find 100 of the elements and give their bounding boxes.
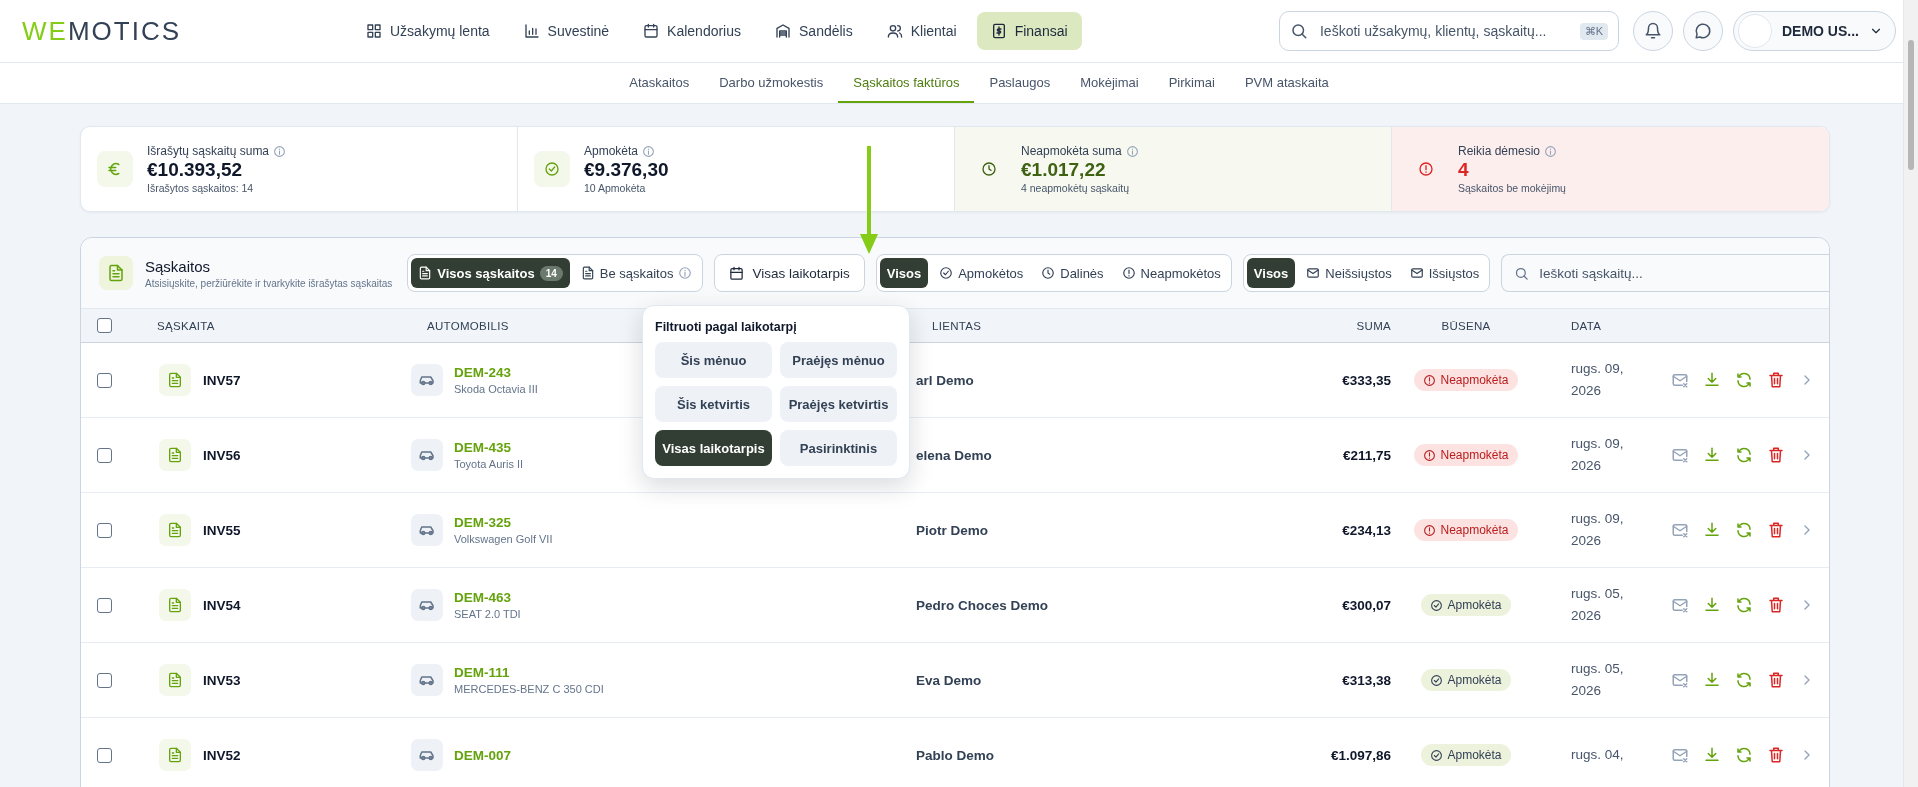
filter-option[interactable]: Visos bbox=[879, 258, 929, 288]
row-checkbox[interactable] bbox=[97, 522, 112, 538]
download-button[interactable] bbox=[1703, 746, 1721, 764]
filter-option[interactable]: Neišsiųstos bbox=[1299, 258, 1399, 288]
download-button[interactable] bbox=[1703, 671, 1721, 689]
document-icon bbox=[167, 747, 183, 763]
car-model: MERCEDES-BENZ C 350 CDI bbox=[454, 683, 604, 695]
period-option[interactable]: Šis ketvirtis bbox=[655, 386, 772, 422]
filter-option[interactable]: Apmokėtos bbox=[932, 258, 1031, 288]
send-email-button[interactable] bbox=[1671, 446, 1689, 464]
regenerate-button[interactable] bbox=[1735, 671, 1753, 689]
logo[interactable]: WEMOTICS bbox=[22, 15, 352, 47]
envelope-cross-icon bbox=[1671, 446, 1689, 464]
messages-button[interactable] bbox=[1683, 11, 1723, 51]
trash-icon bbox=[1767, 671, 1785, 689]
status-badge: Neapmokėta bbox=[1414, 519, 1518, 541]
notifications-button[interactable] bbox=[1633, 11, 1673, 51]
row-checkbox[interactable] bbox=[97, 747, 112, 763]
send-email-button[interactable] bbox=[1671, 371, 1689, 389]
stat-value: €10.393,52 bbox=[147, 159, 244, 181]
regenerate-button[interactable] bbox=[1735, 521, 1753, 539]
document-icon bbox=[167, 522, 183, 538]
row-checkbox[interactable] bbox=[97, 672, 112, 688]
envelope-cross-icon bbox=[1671, 596, 1689, 614]
column-header: AUTOMOBILIS bbox=[427, 319, 509, 332]
search-icon bbox=[1290, 22, 1308, 40]
download-icon bbox=[1703, 671, 1721, 689]
send-email-button[interactable] bbox=[1671, 596, 1689, 614]
regenerate-button[interactable] bbox=[1735, 371, 1753, 389]
row-checkbox[interactable] bbox=[97, 447, 112, 463]
tab[interactable]: Pirkimai bbox=[1153, 63, 1230, 103]
send-email-button[interactable] bbox=[1671, 521, 1689, 539]
column-header: SĄSKAITA bbox=[157, 319, 215, 332]
regenerate-button[interactable] bbox=[1735, 746, 1753, 764]
nav-item[interactable]: Klientai bbox=[872, 12, 971, 50]
filter-option[interactable]: Visos bbox=[1246, 258, 1296, 288]
scope-option[interactable]: Visos sąskaitos 14 bbox=[411, 258, 570, 288]
download-button[interactable] bbox=[1703, 596, 1721, 614]
invoice-date: rugs. 04, bbox=[1570, 746, 1625, 764]
row-checkbox[interactable] bbox=[97, 372, 112, 388]
envelope-cross-icon bbox=[1671, 371, 1689, 389]
tab[interactable]: Paslaugos bbox=[974, 63, 1066, 103]
client-name: arl Demo bbox=[916, 372, 975, 388]
period-option[interactable]: Praėjęs ketvirtis bbox=[780, 386, 897, 422]
clock-icon bbox=[981, 161, 997, 177]
search-input[interactable]: Ieškoti sąskaitų... bbox=[1537, 264, 1702, 282]
column-header: DATA bbox=[1571, 319, 1602, 332]
delete-button[interactable] bbox=[1767, 671, 1785, 689]
scope-option[interactable]: Be sąskaitos bbox=[573, 258, 700, 288]
delete-button[interactable] bbox=[1767, 521, 1785, 539]
send-email-button[interactable] bbox=[1671, 671, 1689, 689]
period-option[interactable]: Praėjęs mėnuo bbox=[780, 342, 897, 378]
download-button[interactable] bbox=[1703, 446, 1721, 464]
row-checkbox[interactable] bbox=[97, 597, 112, 613]
tab[interactable]: Mokėjimai bbox=[1065, 63, 1154, 103]
delete-button[interactable] bbox=[1767, 371, 1785, 389]
period-button[interactable]: Visas laikotarpis bbox=[714, 254, 865, 292]
period-option[interactable]: Šis mėnuo bbox=[655, 342, 772, 378]
nav-item[interactable]: Suvestinė bbox=[509, 12, 624, 50]
tab[interactable]: Ataskaitos bbox=[614, 63, 705, 103]
invoice-search-field[interactable]: Ieškoti sąskaitų... bbox=[1501, 254, 1829, 292]
check-circle-icon bbox=[544, 161, 560, 177]
download-button[interactable] bbox=[1703, 521, 1721, 539]
dollar-document-icon bbox=[990, 23, 1007, 39]
period-option[interactable]: Visas laikotarpis bbox=[655, 430, 772, 466]
search-input[interactable]: Ieškoti užsakymų, klientų, sąskaitų... bbox=[1318, 22, 1570, 40]
send-email-button[interactable] bbox=[1671, 746, 1689, 764]
info-icon bbox=[1125, 144, 1139, 158]
period-option[interactable]: Pasirinktinis bbox=[780, 430, 897, 466]
amount: €300,07 bbox=[1341, 597, 1391, 613]
status-badge: Neapmokėta bbox=[1414, 369, 1518, 391]
bar-chart-icon bbox=[523, 23, 540, 39]
refresh-icon bbox=[1735, 446, 1753, 464]
search-field[interactable]: Ieškoti užsakymų, klientų, sąskaitų... ⌘K bbox=[1279, 11, 1619, 51]
nav-item[interactable]: Sandėlis bbox=[761, 12, 867, 50]
invoice-number: INV55 bbox=[203, 522, 241, 538]
tab[interactable]: Darbo užmokestis bbox=[704, 63, 839, 103]
filter-option[interactable]: Išsiųstos bbox=[1402, 258, 1487, 288]
regenerate-button[interactable] bbox=[1735, 596, 1753, 614]
column-header: BŪSENA bbox=[1441, 319, 1491, 332]
alert-circle-icon bbox=[1423, 448, 1437, 462]
invoice-date: rugs. 05, 2026 bbox=[1570, 585, 1625, 625]
filter-option[interactable]: Dalinės bbox=[1034, 258, 1111, 288]
tab[interactable]: Sąskaitos faktūros bbox=[838, 63, 975, 103]
delete-button[interactable] bbox=[1767, 746, 1785, 764]
scrollbar[interactable] bbox=[1903, 0, 1918, 787]
download-button[interactable] bbox=[1703, 371, 1721, 389]
regenerate-button[interactable] bbox=[1735, 446, 1753, 464]
filter-option[interactable]: Neapmokėtos bbox=[1114, 258, 1228, 288]
info-icon bbox=[642, 144, 656, 158]
trash-icon bbox=[1767, 446, 1785, 464]
nav-item[interactable]: Kalendorius bbox=[629, 12, 755, 50]
nav-item[interactable]: Finansai bbox=[976, 12, 1082, 50]
delete-button[interactable] bbox=[1767, 446, 1785, 464]
delete-button[interactable] bbox=[1767, 596, 1785, 614]
nav-item[interactable]: Užsakymų lenta bbox=[352, 12, 504, 50]
info-icon bbox=[678, 266, 693, 280]
tab[interactable]: PVM ataskaita bbox=[1229, 63, 1344, 103]
user-menu-button[interactable]: DEMO US... bbox=[1733, 11, 1896, 51]
select-all-checkbox[interactable] bbox=[97, 318, 112, 333]
